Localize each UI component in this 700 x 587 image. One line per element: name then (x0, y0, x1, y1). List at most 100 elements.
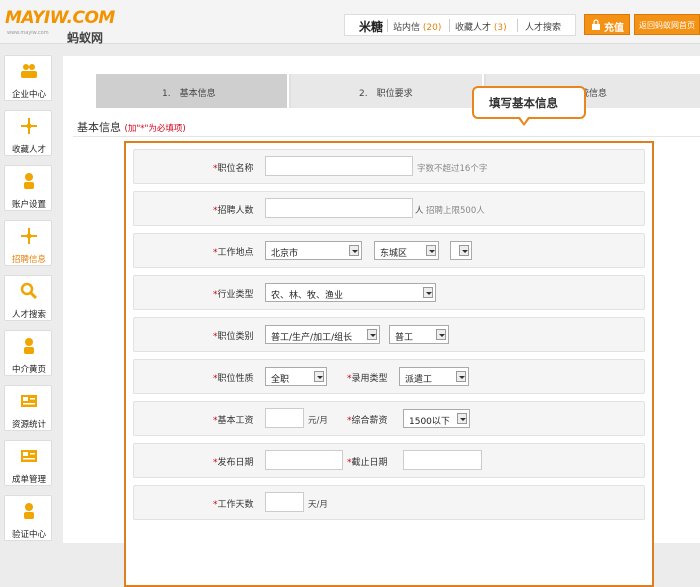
employ-type-select[interactable]: 派遣工 (399, 367, 469, 386)
required-note: (加"*"为必填项) (124, 124, 186, 134)
category-select[interactable]: 普工/生产/加工/组长 (265, 325, 380, 344)
work-days-label: *工作天数 (213, 500, 254, 510)
sidebar-item-collect[interactable]: 收藏人才 (4, 110, 52, 156)
recruit-icon (21, 228, 37, 244)
industry-label: *行业类型 (213, 290, 254, 300)
form-row: *行业类型 农、林、牧、渔业 (133, 275, 645, 310)
logo-text: MAYIW.COM (5, 8, 115, 28)
main-panel: 1. 基本信息 2. 职位要求 统信息 基本信息 (加"*"为必填项) 填写基本… (63, 56, 700, 587)
sidebar-item-label: 中介黄页 (11, 365, 46, 375)
sidebar-item-label: 验证中心 (11, 530, 46, 540)
form-row: *招聘人数 人 招聘上限500人 (133, 191, 645, 226)
agency-icon (24, 338, 34, 354)
tab-label: 1. 基本信息 (162, 89, 216, 99)
industry-select[interactable]: 农、林、牧、渔业 (265, 283, 436, 302)
sidebar-item-label: 成单管理 (11, 475, 46, 485)
category-value: 普工/生产/加工/组长 (271, 333, 353, 343)
base-salary-input[interactable] (265, 408, 304, 428)
logo[interactable]: MAYIW.COM www.mayiw.com 蚂蚁网 (3, 4, 115, 48)
logo-subtext: 蚂蚁网 (67, 31, 104, 45)
district-select[interactable]: 东城区 (374, 241, 439, 260)
talent-search-link[interactable]: 人才搜索 (525, 20, 561, 33)
sidebar-item-label: 企业中心 (11, 90, 46, 100)
sidebar-item-label: 资源统计 (11, 420, 46, 430)
total-salary-label: *综合薪资 (347, 416, 388, 426)
chevron-down-icon (457, 413, 467, 424)
sidebar-item-recruit[interactable]: 招聘信息 (4, 220, 52, 266)
headcount-hint: 招聘上限500人 (426, 206, 485, 216)
job-name-label: *职位名称 (213, 164, 254, 174)
orders-icon (21, 450, 37, 462)
subcategory-select[interactable]: 普工 (389, 325, 449, 344)
sidebar-item-search[interactable]: 人才搜索 (4, 275, 52, 321)
category-label: *职位类别 (213, 332, 254, 342)
location-label: *工作地点 (213, 248, 254, 258)
city-value: 北京市 (271, 249, 299, 259)
work-days-unit: 天/月 (308, 500, 328, 510)
chevron-down-icon (426, 245, 436, 256)
sidebar-item-label: 收藏人才 (11, 145, 46, 155)
employ-type-label: *录用类型 (347, 374, 388, 384)
chevron-down-icon (436, 329, 446, 340)
sidebar-item-agency[interactable]: 中介黄页 (4, 330, 52, 376)
form-row: *工作地点 北京市 东城区 (133, 233, 645, 268)
form-row: *工作天数 天/月 (133, 485, 645, 520)
form-row: *职位性质 全职 *录用类型 派遣工 (133, 359, 645, 394)
job-name-hint: 字数不超过16个字 (417, 164, 488, 174)
chevron-down-icon (423, 287, 433, 298)
headcount-unit: 人 (415, 206, 424, 216)
nature-value: 全职 (271, 375, 290, 385)
callout-bubble: 填写基本信息 (472, 86, 586, 119)
recharge-button[interactable]: 充值 (584, 14, 630, 35)
section-title: 基本信息 (加"*"为必填项) (77, 119, 186, 135)
total-salary-select[interactable]: 1500以下 (403, 409, 470, 428)
users-icon (21, 64, 37, 78)
form-row: *发布日期 *截止日期 (133, 443, 645, 478)
job-name-input[interactable] (265, 156, 413, 176)
subdistrict-select[interactable] (450, 241, 472, 260)
sidebar-item-enterprise[interactable]: 企业中心 (4, 55, 52, 101)
sidebar-item-account[interactable]: 账户设置 (4, 165, 52, 211)
sidebar-item-label: 账户设置 (11, 200, 46, 210)
sidebar-item-verify[interactable]: 验证中心 (4, 495, 52, 541)
top-bar: MAYIW.COM www.mayiw.com 蚂蚁网 米糖 站内信 (20) … (0, 0, 700, 45)
callout-tail-inner (520, 117, 528, 123)
form-row: *基本工资 元/月 *综合薪资 1500以下 (133, 401, 645, 436)
section-heading: 基本信息 (77, 121, 121, 134)
user-name: 米糖 (359, 20, 384, 34)
tab-job-requirements[interactable]: 2. 职位要求 (291, 74, 484, 108)
base-salary-unit: 元/月 (308, 416, 328, 426)
sidebar-item-stats[interactable]: 资源统计 (4, 385, 52, 431)
work-days-input[interactable] (265, 492, 304, 512)
district-value: 东城区 (380, 249, 408, 259)
inbox-link[interactable]: 站内信 (20) (393, 20, 441, 33)
basic-info-form: *职位名称 字数不超过16个字 *招聘人数 人 招聘上限500人 *工作地点 北… (124, 141, 654, 587)
user-bar: 米糖 站内信 (20) 收藏人才 (3) 人才搜索 (344, 14, 576, 36)
deadline-input[interactable] (403, 450, 482, 470)
chevron-down-icon (349, 245, 359, 256)
favorites-label: 收藏人才 (455, 23, 492, 33)
nature-select[interactable]: 全职 (265, 367, 327, 386)
total-salary-value: 1500以下 (409, 417, 450, 427)
account-icon (24, 173, 34, 189)
publish-date-input[interactable] (265, 450, 343, 470)
divider (517, 19, 518, 32)
headcount-input[interactable] (265, 198, 413, 218)
publish-date-label: *发布日期 (213, 458, 254, 468)
form-row: *职位类别 普工/生产/加工/组长 普工 (133, 317, 645, 352)
chevron-down-icon (459, 245, 469, 256)
city-select[interactable]: 北京市 (265, 241, 362, 260)
divider (449, 19, 450, 32)
sidebar-item-orders[interactable]: 成单管理 (4, 440, 52, 486)
logo-url: www.mayiw.com (7, 30, 49, 36)
tab-basic-info[interactable]: 1. 基本信息 (96, 74, 289, 108)
collect-icon (21, 118, 37, 134)
verify-icon (24, 503, 34, 519)
back-home-button[interactable]: 返回蚂蚁网首页 (634, 14, 700, 35)
recharge-label: 充值 (604, 23, 624, 34)
industry-value: 农、林、牧、渔业 (271, 291, 344, 301)
favorites-count: (3) (493, 23, 507, 33)
tab-label: 2. 职位要求 (359, 89, 413, 99)
favorites-link[interactable]: 收藏人才 (3) (455, 20, 507, 33)
headcount-label: *招聘人数 (213, 206, 254, 216)
